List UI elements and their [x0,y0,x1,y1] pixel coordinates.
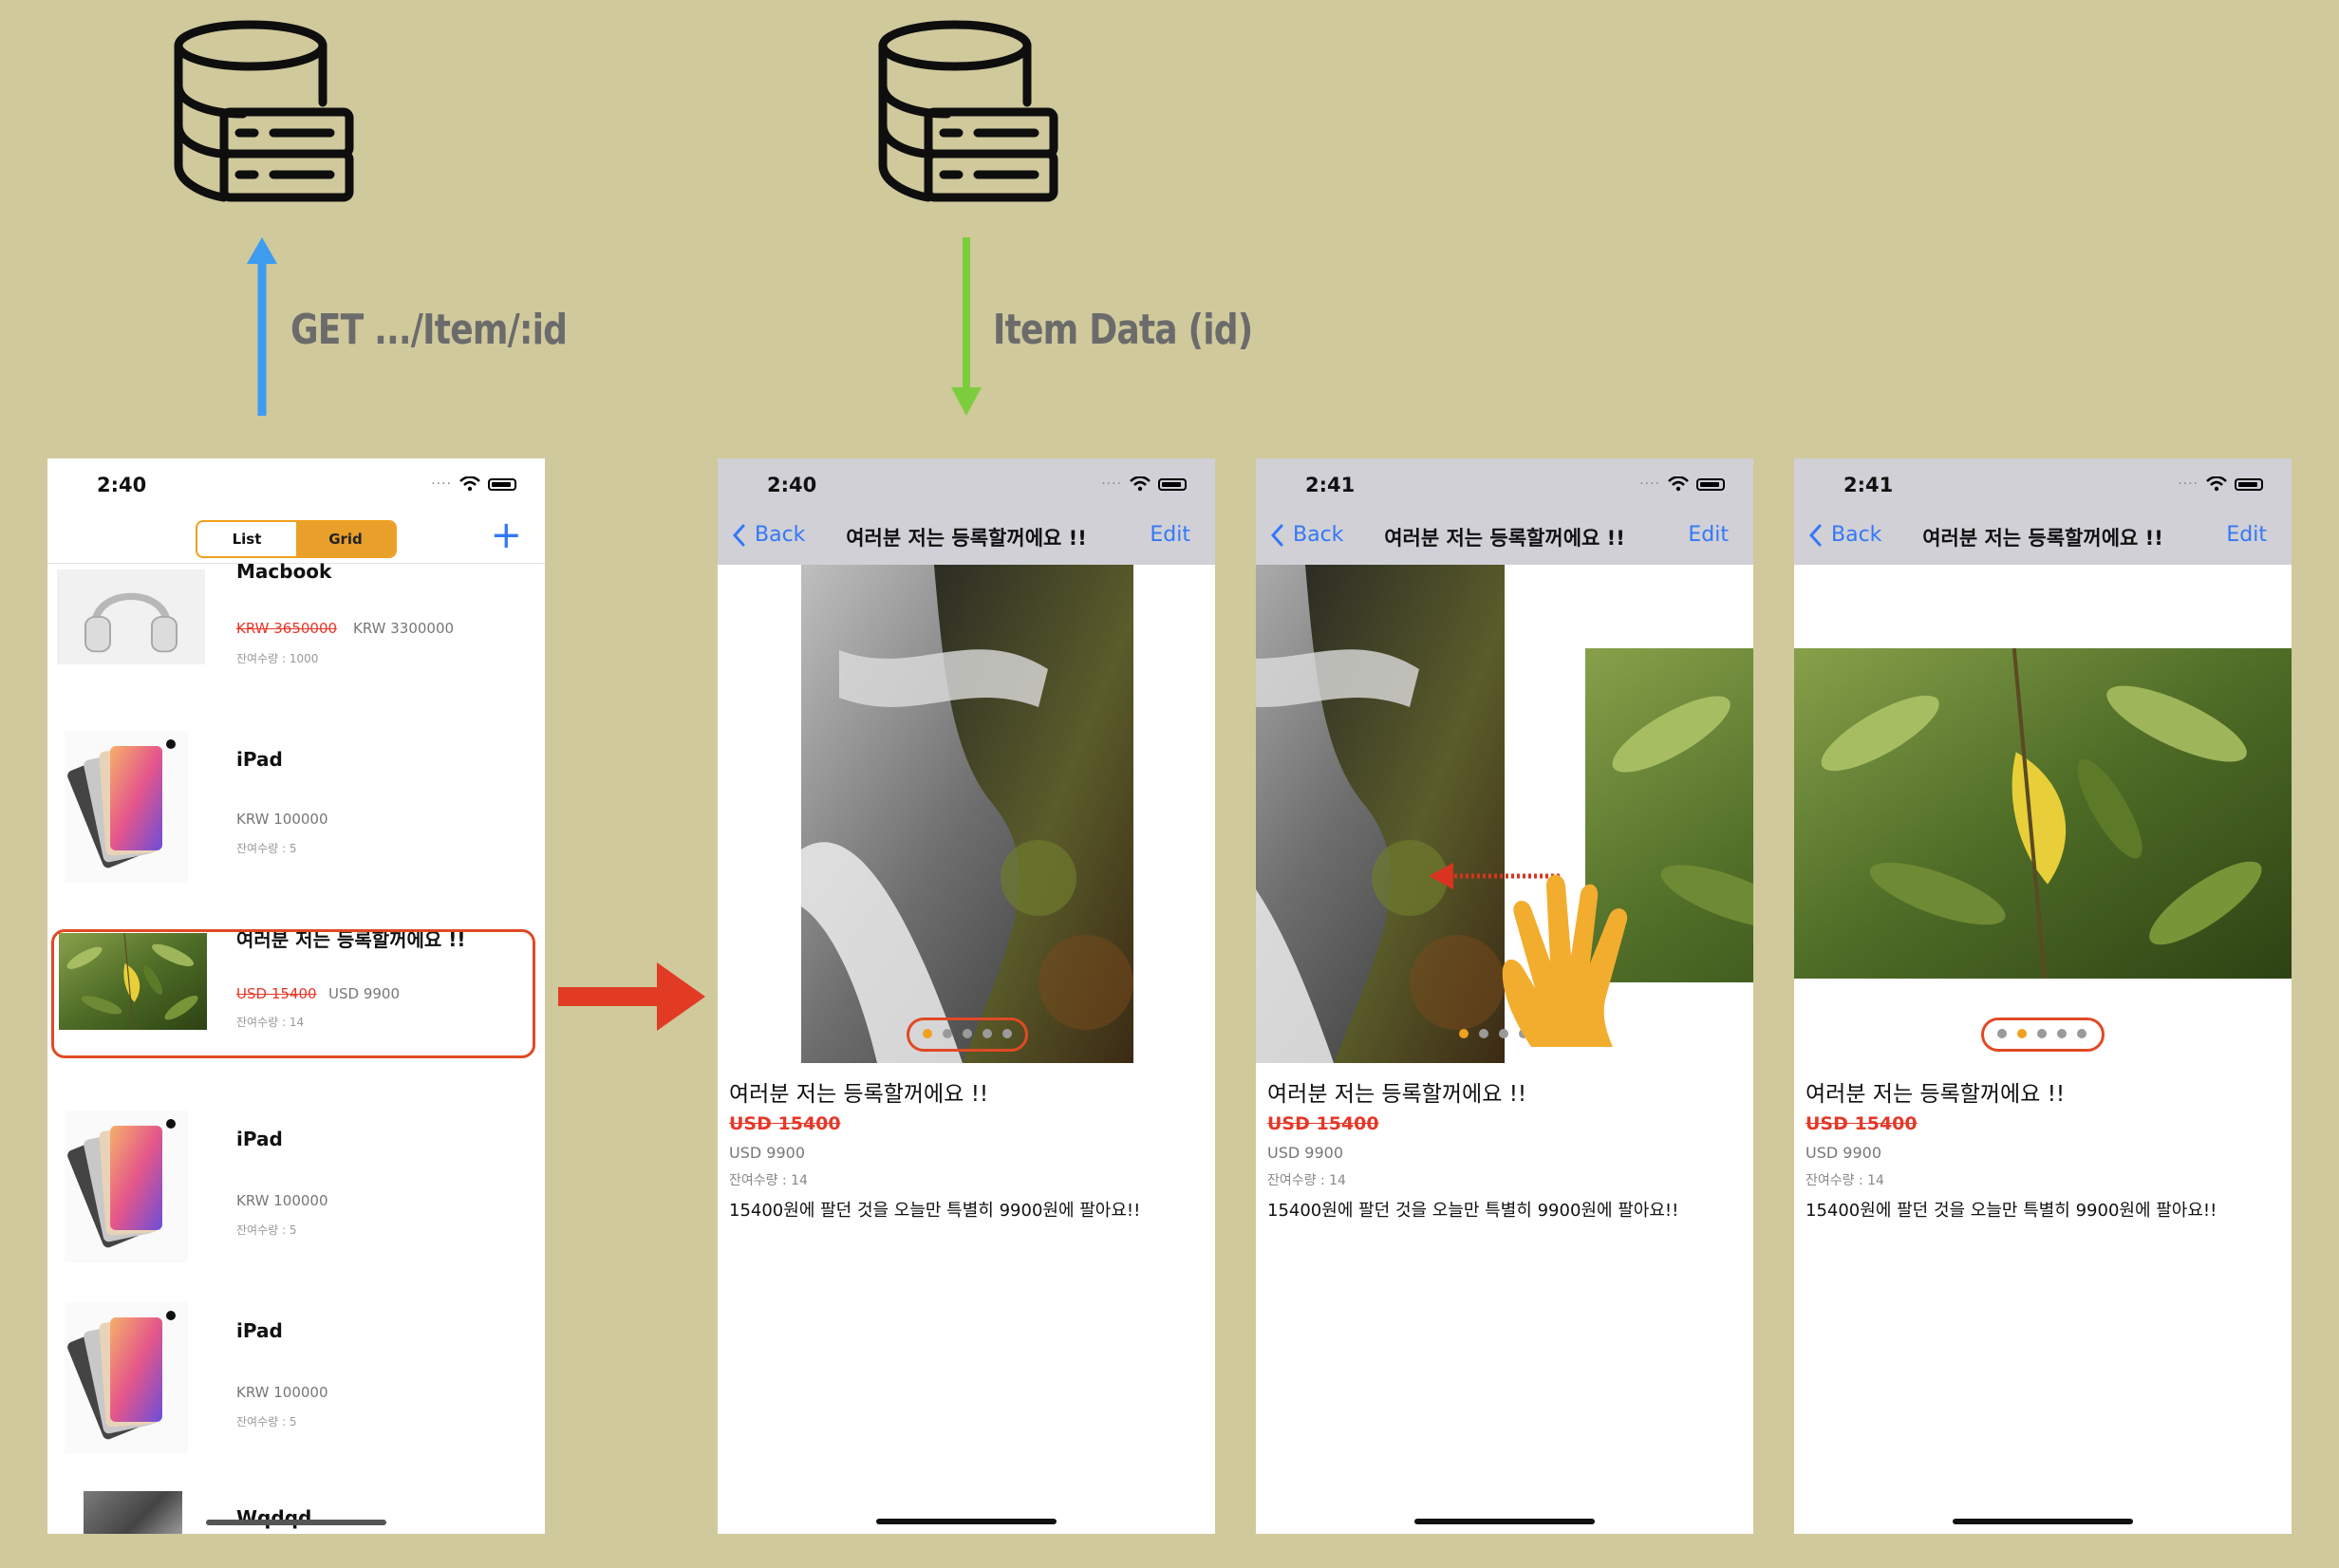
view-mode-segment: List Grid [196,520,397,558]
item-thumbnail [84,1491,182,1534]
segment-grid[interactable]: Grid [296,522,395,556]
home-indicator [1953,1519,2133,1524]
list-item[interactable]: iPad KRW 100000 잔여수량 : 5 [47,719,545,900]
list-item[interactable]: Macbook KRW 3650000 KRW 3300000 잔여수량 : 1… [47,560,545,745]
item-stock: 잔여수량 : 5 [236,1415,297,1428]
battery-icon [1696,477,1725,491]
page-indicator-highlight [907,1017,1028,1052]
product-description: 15400원에 팔던 것을 오늘만 특별히 9900원에 팔아요!! [729,1201,1141,1221]
item-thumbnail [57,569,205,664]
item-price: KRW 100000 [236,811,328,828]
list-item[interactable]: iPad KRW 100000 잔여수량 : 5 [47,1099,545,1279]
product-description: 15400원에 팔던 것을 오늘만 특별히 9900원에 팔아요!! [1267,1201,1679,1221]
item-title: iPad [236,748,283,771]
navigation-bar: 2:41 ···· Back 여러분 저는 등록할꺼에요 !! Edit [1794,458,2292,565]
swipe-hand-icon [1502,874,1628,1047]
detail-screen: 2:41 ···· Back 여러분 저는 등록할꺼에요 !! Edit 여러분… [1256,458,1753,1534]
status-time: 2:41 [1305,474,1356,496]
wifi-icon [1130,476,1151,492]
response-arrow [951,237,982,416]
signal-icon: ···· [1639,476,1660,492]
product-price: USD 9900 [1267,1144,1343,1162]
product-price: USD 9900 [1806,1144,1881,1162]
product-original-price: USD 15400 [1806,1113,1918,1134]
item-thumbnail [65,1302,188,1454]
product-stock: 잔여수량 : 14 [729,1173,808,1188]
list-item[interactable]: Wqdqd [47,1491,545,1534]
page-indicator-highlight [1981,1017,2105,1052]
item-title: Wqdqd [236,1506,312,1529]
item-stock: 잔여수량 : 5 [236,1223,297,1237]
item-price: KRW 3300000 [353,620,455,637]
list-item[interactable]: iPad KRW 100000 잔여수량 : 5 [47,1291,545,1471]
nav-title: 여러분 저는 등록할꺼에요 !! [846,527,1087,550]
nav-title: 여러분 저는 등록할꺼에요 !! [1922,527,2163,550]
page-dot[interactable] [1459,1029,1469,1038]
home-indicator [1414,1519,1595,1524]
product-stock: 잔여수량 : 14 [1806,1173,1884,1188]
product-name: 여러분 저는 등록할꺼에요 !! [1806,1082,2066,1107]
status-time: 2:40 [97,474,147,496]
product-stock: 잔여수량 : 14 [1267,1173,1346,1188]
segment-list[interactable]: List [197,522,296,556]
battery-icon [488,477,516,491]
transition-arrow [558,962,705,1031]
item-title: Macbook [236,560,332,583]
detail-screen: 2:40 ···· Back 여러분 저는 등록할꺼에요 !! Edit 여러분… [718,458,1215,1534]
product-name: 여러분 저는 등록할꺼에요 !! [1267,1082,1527,1107]
status-time: 2:40 [767,474,817,496]
product-price: USD 9900 [729,1144,805,1162]
selected-item-highlight [51,929,535,1058]
signal-icon: ···· [2178,476,2199,492]
home-indicator [876,1519,1057,1524]
battery-icon [1158,477,1187,491]
wifi-icon [459,476,480,492]
item-stock: 잔여수량 : 1000 [236,652,319,665]
wifi-icon [1668,476,1689,492]
navigation-bar: 2:41 ···· Back 여러분 저는 등록할꺼에요 !! Edit [1256,458,1753,565]
wifi-icon [2206,476,2227,492]
item-stock: 잔여수량 : 5 [236,842,297,855]
page-dot[interactable] [1479,1029,1488,1038]
home-indicator [206,1520,386,1525]
list-screen: 2:40 ···· List Grid + Macbook KRW 365000… [47,458,545,1534]
status-time: 2:41 [1843,474,1894,496]
edit-button[interactable]: Edit [1150,523,1190,547]
add-item-button[interactable]: + [490,512,522,559]
product-name: 여러분 저는 등록할꺼에요 !! [729,1082,989,1107]
product-image-carousel[interactable] [801,565,1133,1063]
request-label: GET .../Item/:id [290,306,568,354]
edit-button[interactable]: Edit [1688,523,1729,547]
signal-icon: ···· [431,476,452,492]
product-original-price: USD 15400 [729,1113,841,1134]
item-price: KRW 100000 [236,1384,328,1401]
nav-title: 여러분 저는 등록할꺼에요 !! [1384,527,1625,550]
detail-screen: 2:41 ···· Back 여러분 저는 등록할꺼에요 !! Edit 여러분… [1794,458,2292,1534]
carousel-image [1256,565,1505,1063]
request-arrow [247,237,277,416]
item-thumbnail [65,731,188,883]
database-icon [875,17,1065,207]
product-description: 15400원에 팔던 것을 오늘만 특별히 9900원에 팔아요!! [1806,1201,2217,1221]
edit-button[interactable]: Edit [2226,523,2267,547]
signal-icon: ···· [1101,476,1122,492]
item-thumbnail [65,1111,188,1262]
item-title: iPad [236,1128,283,1150]
battery-icon [2235,477,2263,491]
item-original-price: KRW 3650000 [236,620,338,637]
product-image-carousel[interactable] [1794,648,2292,979]
navigation-bar: 2:40 ···· Back 여러분 저는 등록할꺼에요 !! Edit [718,458,1215,565]
response-label: Item Data (id) [993,306,1253,354]
item-title: iPad [236,1319,283,1342]
item-price: KRW 100000 [236,1192,328,1209]
product-original-price: USD 15400 [1267,1113,1379,1134]
database-icon [171,17,361,207]
